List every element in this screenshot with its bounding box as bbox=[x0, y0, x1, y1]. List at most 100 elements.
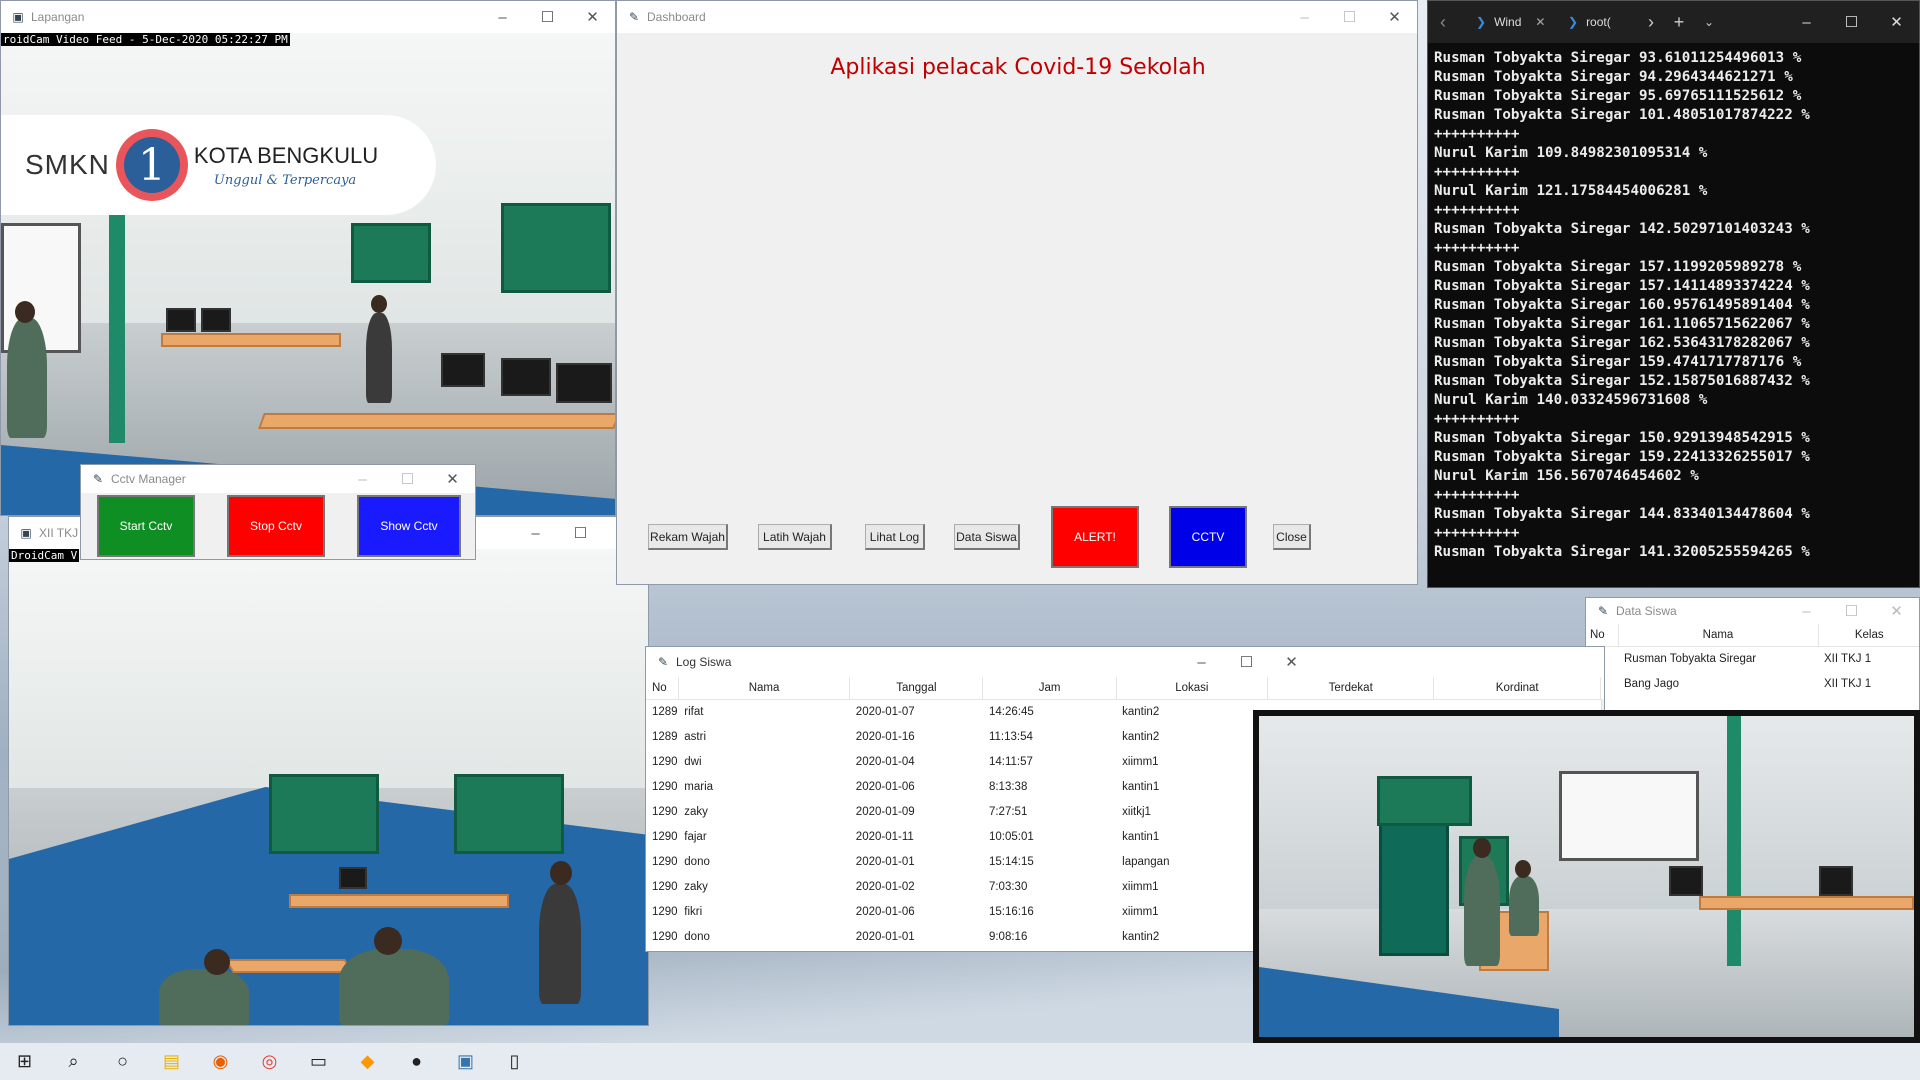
camera-window-3[interactable] bbox=[1253, 710, 1920, 1043]
minimize-icon[interactable]: – bbox=[1784, 1, 1829, 43]
camera-overlay-text: roidCam Video Feed - 5-Dec-2020 05:22:27… bbox=[1, 33, 290, 46]
terminal-icon[interactable]: ▭ bbox=[294, 1043, 343, 1080]
cctv-titlebar[interactable]: ✎ Cctv Manager – ☐ ✕ bbox=[81, 465, 475, 493]
close-icon[interactable]: ✕ bbox=[1874, 1, 1919, 43]
log-siswa-titlebar[interactable]: ✎ Log Siswa – ☐ ✕ bbox=[646, 647, 1604, 677]
terminal-line: Rusman Tobyakta Siregar 162.536431782820… bbox=[1434, 335, 1810, 351]
maximize-icon[interactable]: ☐ bbox=[1829, 1, 1874, 43]
terminal-line: Rusman Tobyakta Siregar 142.502971014032… bbox=[1434, 221, 1810, 237]
dropdown-icon[interactable]: ⌄ bbox=[1694, 15, 1724, 29]
cell-tanggal: 2020-01-01 bbox=[855, 930, 915, 943]
maximize-icon[interactable]: ☐ bbox=[1327, 1, 1372, 33]
minimize-icon[interactable]: – bbox=[1282, 1, 1327, 33]
app-icon[interactable]: ● bbox=[392, 1043, 441, 1080]
dashboard-titlebar[interactable]: ✎ Dashboard – ☐ ✕ bbox=[617, 1, 1417, 33]
xii-tkj-window[interactable]: ▣ XII TKJ 1 – ☐ ✕ DroidCam V bbox=[8, 516, 649, 1026]
terminal-window[interactable]: ‹ ❯ Wind ✕ ❯ root( › + ⌄ – ☐ ✕ Rusman To… bbox=[1427, 0, 1920, 588]
windows-icon[interactable]: ⊞ bbox=[0, 1043, 49, 1080]
terminal-tab[interactable]: ❯ Wind ✕ bbox=[1458, 1, 1558, 43]
terminal-output[interactable]: Rusman Tobyakta Siregar 93.6101125449601… bbox=[1428, 43, 1919, 568]
column-header[interactable]: Jam bbox=[982, 677, 1117, 700]
column-header[interactable]: Kelas bbox=[1818, 624, 1919, 647]
cell-lokasi: lapangan bbox=[1122, 855, 1170, 868]
column-header[interactable]: Kordinat bbox=[1433, 677, 1601, 700]
firefox-icon[interactable]: ◉ bbox=[196, 1043, 245, 1080]
file-explorer-icon[interactable]: ▤ bbox=[147, 1043, 196, 1080]
dashboard-heading: Aplikasi pelacak Covid-19 Sekolah bbox=[830, 55, 1206, 80]
minimize-icon[interactable]: – bbox=[513, 517, 558, 549]
close-button[interactable]: Close bbox=[1273, 524, 1311, 550]
terminal-line: Nurul Karim 121.17584454006281 % bbox=[1434, 183, 1708, 199]
terminal-tab[interactable]: ❯ root( bbox=[1558, 1, 1638, 43]
column-header[interactable]: Lokasi bbox=[1116, 677, 1268, 700]
person-head bbox=[1473, 838, 1491, 858]
lapangan-window[interactable]: ▣ Lapangan – ☐ ✕ roidCam Video Feed - 5-… bbox=[0, 0, 616, 516]
cell-lokasi: xiimm1 bbox=[1122, 905, 1159, 918]
cctv-button[interactable]: CCTV bbox=[1169, 506, 1247, 568]
cortana-icon[interactable]: ○ bbox=[98, 1043, 147, 1080]
window-controls: – ☐ ✕ bbox=[1784, 598, 1919, 624]
cctv-manager-window[interactable]: ✎ Cctv Manager – ☐ ✕ Start Cctv Stop Cct… bbox=[80, 464, 476, 560]
notepad-icon[interactable]: ▯ bbox=[490, 1043, 539, 1080]
column-header[interactable]: Terdekat bbox=[1267, 677, 1435, 700]
lapangan-titlebar[interactable]: ▣ Lapangan – ☐ ✕ bbox=[1, 1, 615, 33]
search-icon[interactable]: ⌕ bbox=[49, 1043, 98, 1080]
close-icon[interactable]: ✕ bbox=[1372, 1, 1417, 33]
close-icon[interactable]: ✕ bbox=[570, 1, 615, 33]
show-cctv-button[interactable]: Show Cctv bbox=[357, 495, 461, 557]
column-header[interactable]: Nama bbox=[1618, 624, 1819, 647]
logo-one: 1 bbox=[123, 137, 180, 193]
column-header[interactable]: No bbox=[1586, 624, 1619, 647]
latih-wajah-button[interactable]: Latih Wajah bbox=[758, 524, 832, 550]
logo-tagline: Unggul & Terpercaya bbox=[213, 172, 357, 188]
table-row[interactable]: Bang Jago XII TKJ 1 bbox=[1586, 671, 1919, 696]
stop-cctv-button[interactable]: Stop Cctv bbox=[227, 495, 325, 557]
maximize-icon[interactable]: ☐ bbox=[525, 1, 570, 33]
cell-lokasi: xiimm1 bbox=[1122, 880, 1159, 893]
cell-nama: Rusman Tobyakta Siregar bbox=[1624, 652, 1757, 665]
maximize-icon[interactable]: ☐ bbox=[1224, 647, 1269, 677]
column-header[interactable]: Tanggal bbox=[849, 677, 984, 700]
data-siswa-titlebar[interactable]: ✎ Data Siswa – ☐ ✕ bbox=[1586, 598, 1919, 624]
tab-close-icon[interactable]: ✕ bbox=[1535, 15, 1545, 29]
alert-button[interactable]: ALERT! bbox=[1051, 506, 1139, 568]
lihat-log-button[interactable]: Lihat Log bbox=[865, 524, 925, 550]
start-cctv-button[interactable]: Start Cctv bbox=[97, 495, 195, 557]
scroll-right-icon[interactable]: › bbox=[1638, 12, 1664, 33]
data-siswa-window[interactable]: ✎ Data Siswa – ☐ ✕ No Nama Kelas Rusman … bbox=[1585, 597, 1920, 717]
column-header[interactable]: No bbox=[646, 677, 679, 700]
minimize-icon[interactable]: – bbox=[480, 1, 525, 33]
desk bbox=[258, 413, 615, 429]
scroll-up-icon[interactable]: ▲ bbox=[1602, 699, 1604, 709]
monitor bbox=[339, 867, 367, 889]
terminal-line: ++++++++++ bbox=[1434, 487, 1520, 503]
chrome-icon[interactable]: ◎ bbox=[245, 1043, 294, 1080]
back-icon[interactable]: ‹ bbox=[1428, 12, 1458, 33]
cell-lokasi: kantin1 bbox=[1122, 830, 1160, 843]
table-row[interactable]: Rusman Tobyakta Siregar XII TKJ 1 bbox=[1586, 646, 1919, 671]
rekam-wajah-button[interactable]: Rekam Wajah bbox=[648, 524, 728, 550]
person bbox=[539, 884, 581, 1004]
dashboard-window[interactable]: ✎ Dashboard – ☐ ✕ Aplikasi pelacak Covid… bbox=[616, 0, 1418, 585]
python-icon[interactable]: ▣ bbox=[441, 1043, 490, 1080]
cell-nama: zaky bbox=[684, 805, 708, 818]
data-siswa-table[interactable]: No Nama Kelas Rusman Tobyakta Siregar XII… bbox=[1586, 624, 1919, 696]
close-icon[interactable]: ✕ bbox=[1269, 647, 1314, 677]
maximize-icon[interactable]: ☐ bbox=[1829, 598, 1874, 624]
close-icon[interactable]: ✕ bbox=[430, 465, 475, 493]
minimize-icon[interactable]: – bbox=[340, 465, 385, 493]
sublime-icon[interactable]: ◆ bbox=[343, 1043, 392, 1080]
terminal-tabbar[interactable]: ‹ ❯ Wind ✕ ❯ root( › + ⌄ – ☐ ✕ bbox=[1428, 1, 1919, 43]
minimize-icon[interactable]: – bbox=[1179, 647, 1224, 677]
close-icon[interactable]: ✕ bbox=[1874, 598, 1919, 624]
cell-no: 1290 bbox=[652, 855, 678, 868]
new-tab-icon[interactable]: + bbox=[1664, 12, 1694, 33]
window-title: Log Siswa bbox=[676, 655, 732, 669]
minimize-icon[interactable]: – bbox=[1784, 598, 1829, 624]
maximize-icon[interactable]: ☐ bbox=[558, 517, 603, 549]
terminal-line: Rusman Tobyakta Siregar 93.6101125449601… bbox=[1434, 50, 1802, 66]
data-siswa-button[interactable]: Data Siswa bbox=[954, 524, 1020, 550]
terminal-line: ++++++++++ bbox=[1434, 202, 1520, 218]
maximize-icon[interactable]: ☐ bbox=[385, 465, 430, 493]
column-header[interactable]: Nama bbox=[678, 677, 851, 700]
